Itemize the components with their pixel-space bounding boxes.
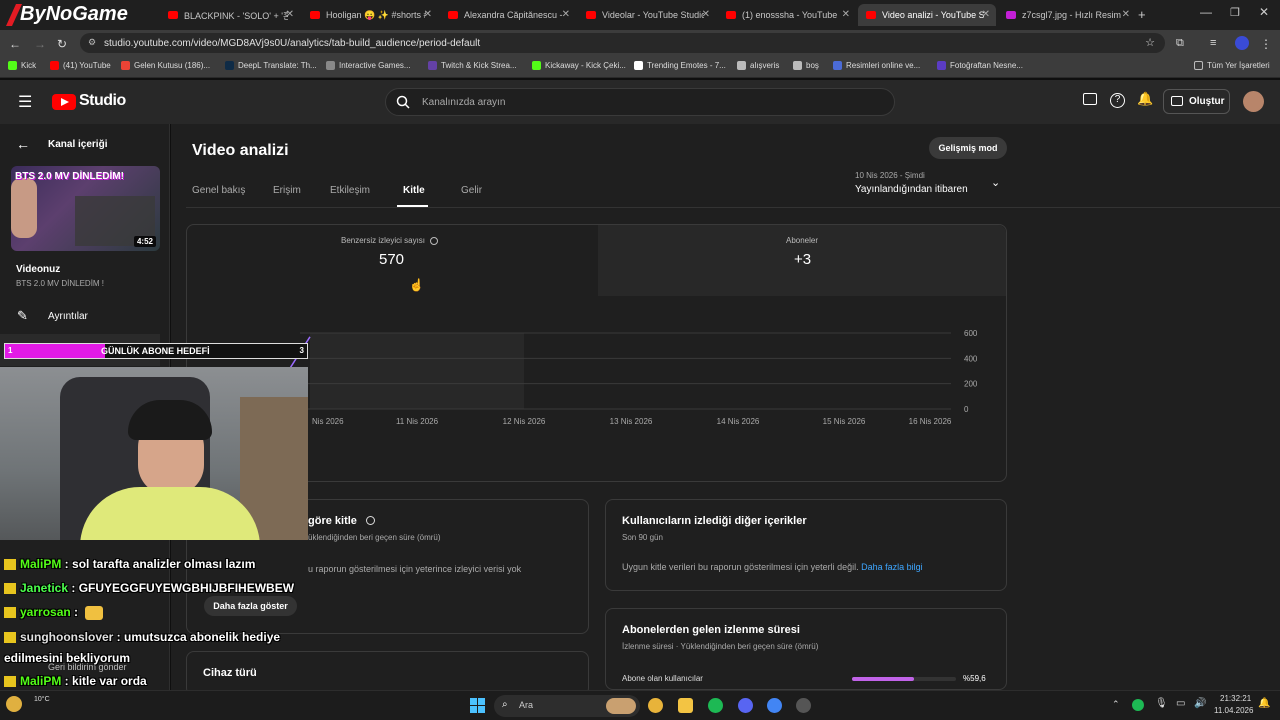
chat-message: yarrosan : — [4, 605, 104, 620]
chat-separator: : — [70, 605, 82, 619]
chat-text: umutsuzca abonelik hediye — [124, 630, 281, 644]
clock-icon — [366, 516, 375, 525]
age-card-empty-text: u raporun gösterilmesi için yeterince iz… — [308, 564, 522, 574]
notification-bell-icon[interactable]: 🔔 — [1258, 698, 1270, 709]
other-content-text: Uygun kitle verileri bu raporun gösteril… — [622, 562, 923, 572]
chrome-active-icon[interactable] — [767, 698, 782, 713]
chat-text: kitle var orda — [72, 674, 147, 688]
weather-temp: 10°C — [34, 696, 50, 703]
x-tick-label: 11 Nis 2026 — [396, 417, 439, 426]
other-content-title: Kullanıcıların izlediği diğer içerikler — [622, 515, 807, 527]
tray-chevron-icon[interactable]: ⌃ — [1112, 699, 1120, 710]
show-more-button[interactable]: Daha fazla göster — [204, 596, 297, 616]
other-content-message: Uygun kitle verileri bu raporun gösteril… — [622, 562, 859, 572]
windows-start-icon[interactable] — [470, 698, 486, 714]
y-tick-label: 600 — [964, 329, 978, 338]
watchtime-bar-track — [852, 677, 956, 681]
chat-separator: : — [61, 674, 73, 688]
learn-more-link[interactable]: Daha fazla bilgi — [861, 562, 923, 572]
search-icon: ⌕ — [502, 699, 508, 710]
chat-message: edilmesini bekliyorum — [4, 651, 130, 665]
clock-date[interactable]: 11.04.2026 — [1214, 706, 1253, 715]
chat-badge-icon — [4, 559, 16, 571]
file-explorer-icon[interactable] — [678, 698, 693, 713]
goal-bar-fill — [5, 344, 105, 358]
watchtime-row-label: Abone olan kullanıcılar — [622, 674, 703, 683]
other-content-card — [605, 499, 1007, 591]
watchtime-title: Abonelerden gelen izlenme süresi — [622, 624, 800, 636]
y-tick-label: 400 — [964, 354, 978, 363]
chat-username: sunghoonslover — [20, 630, 114, 644]
chat-badge-icon — [4, 632, 16, 644]
y-tick-label: 0 — [964, 405, 969, 414]
clock-time[interactable]: 21:32:21 — [1220, 694, 1251, 703]
device-card-title: Cihaz türü — [203, 667, 257, 679]
subscriber-goal-bar: 1 GÜNLÜK ABONE HEDEFİ 3 — [4, 343, 308, 359]
chat-username: yarrosan — [20, 605, 71, 619]
age-card-title: göre kitle — [308, 515, 357, 527]
chat-text: GFUYEGGFUYEWGBHIJBFIHEWBEW — [78, 581, 295, 595]
chat-username: MaliPM — [20, 674, 62, 688]
chat-message: sunghoonslover : umutsuzca abonelik hedi… — [4, 630, 280, 644]
chat-badge-icon — [4, 583, 16, 595]
chat-message: Janetick : GFUYEGGFUYEWGBHIJBFIHEWBEW — [4, 581, 294, 595]
age-card-subtitle: üklendiğinden beri geçen süre (ömrü) — [308, 533, 441, 542]
goal-target: 3 — [299, 346, 304, 355]
chat-text: sol tarafta analizler olması lazım — [72, 557, 256, 571]
x-tick-label: Nis 2026 — [312, 417, 344, 426]
spotify-icon[interactable] — [708, 698, 723, 713]
discord-icon[interactable] — [738, 698, 753, 713]
chat-emote-icon — [85, 605, 104, 620]
goal-current: 1 — [8, 346, 13, 355]
y-tick-label: 200 — [964, 380, 978, 389]
chat-separator: : — [113, 630, 125, 644]
watchtime-row-value: %59,6 — [963, 674, 986, 683]
search-highlight-icon — [606, 698, 636, 714]
weather-icon[interactable] — [6, 696, 22, 712]
x-tick-label: 13 Nis 2026 — [610, 417, 653, 426]
chat-username: Janetick — [20, 581, 69, 595]
taskbar-search-placeholder: Ara — [519, 700, 534, 710]
chat-message: MaliPM : sol tarafta analizler olması la… — [4, 557, 255, 571]
microphone-icon[interactable]: 🎙 — [1155, 698, 1168, 709]
other-content-subtitle: Son 90 gün — [622, 533, 663, 542]
webcam-overlay — [0, 367, 308, 540]
chrome-icon[interactable] — [648, 698, 663, 713]
network-icon[interactable]: ▭ — [1176, 698, 1185, 709]
x-tick-label: 15 Nis 2026 — [823, 417, 866, 426]
chat-text: edilmesini bekliyorum — [4, 651, 131, 665]
chat-separator: : — [61, 557, 73, 571]
x-tick-label: 12 Nis 2026 — [503, 417, 546, 426]
taskbar-search[interactable]: ⌕ Ara — [494, 695, 640, 717]
x-tick-label: 16 Nis 2026 — [909, 417, 952, 426]
spotify-tray-icon[interactable] — [1132, 699, 1144, 711]
chat-separator: : — [68, 581, 79, 595]
chat-badge-icon — [4, 676, 16, 688]
volume-icon[interactable]: 🔊 — [1194, 698, 1206, 709]
goal-label: GÜNLÜK ABONE HEDEFİ — [101, 346, 210, 356]
watchtime-bar-fill — [852, 677, 914, 681]
streamer-hair — [128, 400, 212, 440]
watchtime-subtitle: İzlenme süresi · Yüklendiğinden beri geç… — [622, 642, 819, 651]
x-tick-label: 14 Nis 2026 — [717, 417, 760, 426]
chat-message: MaliPM : kitle var orda — [4, 674, 147, 688]
settings-icon[interactable] — [796, 698, 811, 713]
windows-taskbar: 10°C ⌕ Ara ⌃ 🎙 ▭ 🔊 21:32:21 11.04.2026 🔔 — [0, 690, 1280, 720]
chat-badge-icon — [4, 607, 16, 619]
chat-username: MaliPM — [20, 557, 62, 571]
